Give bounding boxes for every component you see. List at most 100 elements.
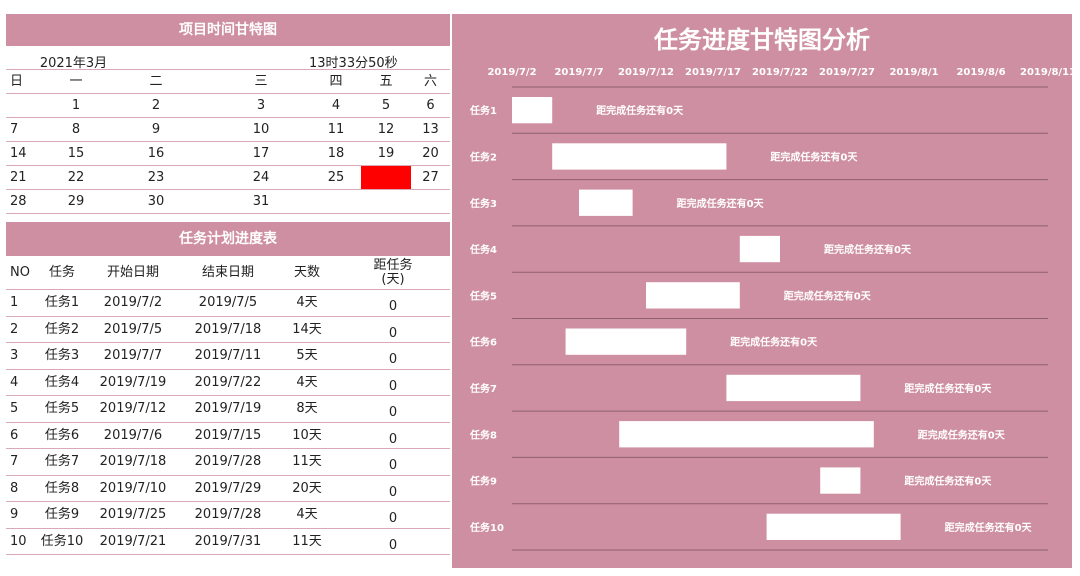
category-label: 任务1 xyxy=(469,104,497,117)
calendar-day[interactable]: 13 xyxy=(411,118,450,141)
calendar-day[interactable]: 25 xyxy=(311,166,361,189)
table-row: 4 任务4 2019/7/19 2019/7/22 4天 0 xyxy=(6,370,450,396)
calendar-day[interactable]: 3 xyxy=(211,94,311,117)
gantt-bar[interactable] xyxy=(579,189,633,216)
gantt-bar[interactable] xyxy=(739,235,780,263)
calendar-day[interactable]: 27 xyxy=(411,166,450,189)
calendar-day[interactable]: 6 xyxy=(411,94,450,117)
calendar-day[interactable]: 21 xyxy=(6,166,51,189)
table-cell: 2019/7/19 xyxy=(99,374,167,390)
weekday-cell: 二 xyxy=(149,74,163,89)
gantt-bar[interactable] xyxy=(646,282,740,309)
calendar-day[interactable]: 31 xyxy=(211,190,311,213)
bar-data-label: 距完成任务还有0天 xyxy=(770,150,858,163)
table-cell: 2019/7/28 xyxy=(194,454,262,469)
calendar-day[interactable]: 17 xyxy=(211,142,311,165)
table-cell: 2019/7/31 xyxy=(194,533,262,549)
gantt-bar[interactable] xyxy=(565,328,687,355)
calendar-day[interactable]: 16 xyxy=(101,142,211,165)
weekday-cell: 日 xyxy=(10,74,24,89)
calendar-day[interactable]: 20 xyxy=(411,142,450,165)
table-row: 8 任务8 2019/7/10 2019/7/29 20天 0 xyxy=(6,476,450,502)
gantt-bar[interactable] xyxy=(820,467,861,494)
gantt-bar[interactable] xyxy=(726,374,861,402)
table-row: 5 任务5 2019/7/12 2019/7/19 8天 0 xyxy=(6,396,450,423)
table-row: 1 任务1 2019/7/2 2019/7/5 4天 0 xyxy=(6,290,450,317)
weekday-cell: 六 xyxy=(423,74,437,89)
calendar-day[interactable] xyxy=(411,190,450,213)
calendar-day[interactable]: 5 xyxy=(361,94,411,117)
calendar-week-row: 28 29 30 31 xyxy=(6,190,450,214)
calendar-day[interactable]: 9 xyxy=(101,118,211,141)
category-label: 任务9 xyxy=(469,475,497,488)
table-cell: 2019/7/5 xyxy=(198,295,258,310)
calendar-day[interactable] xyxy=(6,94,51,117)
bar-data-label: 距完成任务还有0天 xyxy=(918,428,1006,441)
calendar-day[interactable]: 2 xyxy=(101,94,211,117)
table-cell: 0 xyxy=(388,405,398,420)
calendar-day[interactable]: 30 xyxy=(101,190,211,213)
table-cell: 任务6 xyxy=(44,427,80,443)
calendar-day[interactable]: 23 xyxy=(101,166,211,189)
calendar-day[interactable]: 28 xyxy=(6,190,51,213)
gantt-chart: 2019/7/2 2019/7/7 2019/7/12 2019/7/17 2019/7… xyxy=(469,67,1072,551)
calendar-day[interactable]: 1 xyxy=(51,94,101,117)
table-cell: 任务10 xyxy=(40,533,84,549)
calendar-day[interactable]: 24 xyxy=(211,166,311,189)
calendar-day[interactable] xyxy=(311,190,361,213)
bar-data-label: 距完成任务还有0天 xyxy=(730,336,818,349)
x-tick-label: 2019/8/6 xyxy=(956,67,1005,78)
weekday-cell: 一 xyxy=(69,74,83,89)
table-cell: 2019/7/18 xyxy=(99,454,167,469)
calendar-day[interactable]: 4 xyxy=(311,94,361,117)
x-tick-label: 2019/7/12 xyxy=(618,67,674,78)
table-row: 10 任务10 2019/7/21 2019/7/31 11天 0 xyxy=(6,529,450,555)
table-cell: 11天 xyxy=(292,454,322,469)
category-label: 任务3 xyxy=(469,197,497,210)
weekday-cell: 五 xyxy=(379,74,393,89)
gantt-bar[interactable] xyxy=(512,97,553,124)
table-cell: 1 xyxy=(10,295,19,310)
table-row: 2 任务2 2019/7/5 2019/7/18 14天 0 xyxy=(6,317,450,343)
table-cell: 任务8 xyxy=(44,480,80,496)
calendar-day[interactable]: 15 xyxy=(51,142,101,165)
table-cell: 任务7 xyxy=(44,454,80,469)
x-tick-label: 2019/8/1 xyxy=(889,67,938,78)
bar-data-label: 距完成任务还有0天 xyxy=(904,475,992,488)
table-cell: 2019/7/5 xyxy=(103,321,163,337)
gantt-bar[interactable] xyxy=(552,143,727,170)
bar-data-label: 距完成任务还有0天 xyxy=(945,521,1033,534)
gantt-chart-panel: 任务进度甘特图分析 2019/7/2 2019/7/7 2019/7/12 2019/… xyxy=(452,14,1072,568)
table-cell: 2019/7/18 xyxy=(194,321,262,337)
x-tick-label: 2019/7/2 xyxy=(487,67,536,78)
gantt-bar[interactable] xyxy=(766,513,901,540)
calendar-day[interactable]: 14 xyxy=(6,142,51,165)
calendar-day[interactable] xyxy=(361,190,411,213)
table-cell: 2019/7/10 xyxy=(99,480,167,496)
calendar-day[interactable]: 12 xyxy=(361,118,411,141)
calendar-day[interactable]: 10 xyxy=(211,118,311,141)
calendar-day[interactable]: 18 xyxy=(311,142,361,165)
calendar-day[interactable]: 11 xyxy=(311,118,361,141)
bar-data-label: 距完成任务还有0天 xyxy=(904,382,992,395)
calendar-day[interactable]: 8 xyxy=(51,118,101,141)
calendar-week-row: 7 8 9 10 11 12 13 xyxy=(6,118,450,142)
table-cell: 4天 xyxy=(296,507,318,522)
table-cell: 11天 xyxy=(292,533,322,549)
table-cell: 0 xyxy=(388,431,398,447)
header-task: 任务 xyxy=(48,265,75,280)
calendar-grid: 日一二三四五六 1 2 3 4 5 6 7 8 9 10 11 12 13 14 15 16 17 18 19 20 21… xyxy=(6,70,450,214)
calendar-day[interactable]: 22 xyxy=(51,166,101,189)
table-row: 6 任务6 2019/7/6 2019/7/15 10天 0 xyxy=(6,423,450,449)
table-cell: 任务3 xyxy=(44,348,80,363)
gantt-bar[interactable] xyxy=(619,421,874,448)
calendar-day-today[interactable]: 26 xyxy=(361,166,411,189)
category-label: 任务10 xyxy=(469,521,504,534)
calendar-day[interactable]: 19 xyxy=(361,142,411,165)
table-cell: 10 xyxy=(10,533,27,549)
table-cell: 2019/7/21 xyxy=(99,533,167,549)
calendar-day[interactable]: 29 xyxy=(51,190,101,213)
header-remaining-line2: (天) xyxy=(381,272,405,287)
calendar-day[interactable]: 7 xyxy=(6,118,51,141)
table-cell: 14天 xyxy=(292,321,322,337)
